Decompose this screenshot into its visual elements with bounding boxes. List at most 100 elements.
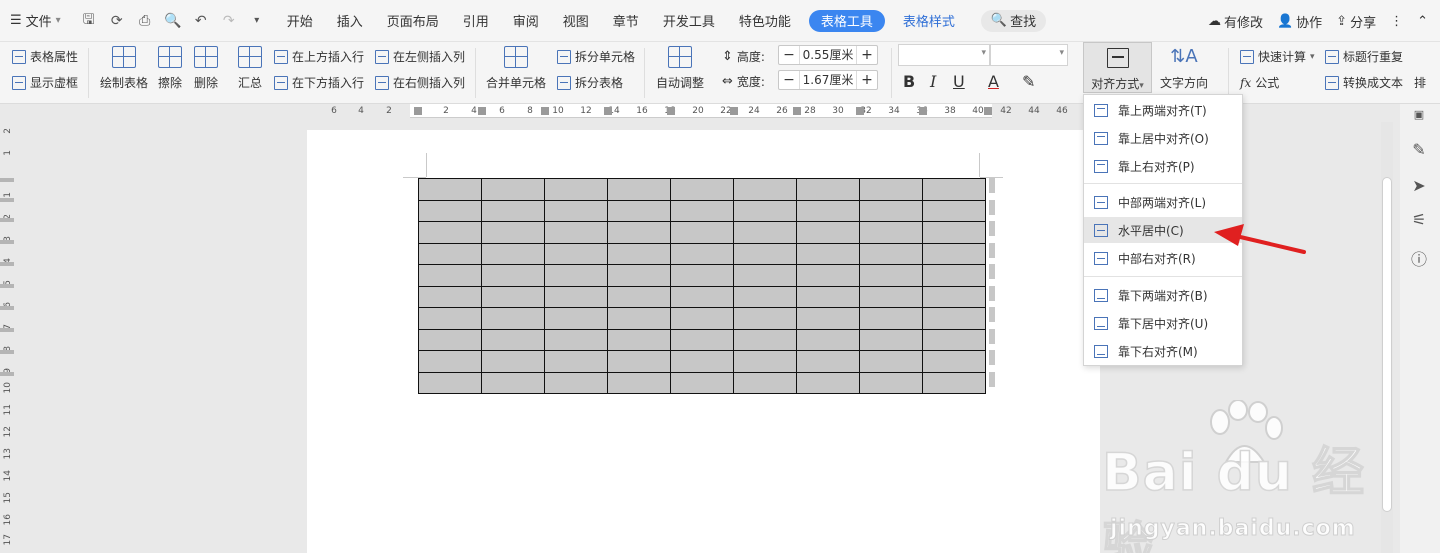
- delete-button[interactable]: 删除: [194, 46, 218, 91]
- table-cell[interactable]: [796, 199, 860, 222]
- help-icon[interactable]: ⓘ: [1409, 246, 1429, 270]
- bold-icon[interactable]: B: [903, 72, 915, 91]
- column-marker[interactable]: [730, 107, 738, 115]
- tab-table-tools[interactable]: 表格工具: [808, 9, 885, 32]
- table-cell[interactable]: [481, 285, 545, 308]
- changes-button[interactable]: ☁ 有修改: [1208, 12, 1263, 31]
- table-row[interactable]: [418, 221, 986, 244]
- row-marker[interactable]: [0, 262, 14, 266]
- table-cell[interactable]: [733, 221, 797, 244]
- table-cell[interactable]: [922, 328, 986, 351]
- menu-item-bottom-right[interactable]: 靠下右对齐(M): [1084, 338, 1242, 364]
- column-marker[interactable]: [856, 107, 864, 115]
- table-cell[interactable]: [859, 307, 923, 330]
- column-marker[interactable]: [984, 107, 992, 115]
- table-row[interactable]: [418, 350, 986, 373]
- quick-calc-button[interactable]: 快速计算 ▾: [1240, 48, 1315, 65]
- text-direction-button[interactable]: ⇅A 文字方向: [1160, 46, 1208, 91]
- table-cell[interactable]: [859, 199, 923, 222]
- table-cell[interactable]: [859, 371, 923, 394]
- search-button[interactable]: 🔍 查找: [980, 9, 1047, 32]
- row-marker[interactable]: [0, 218, 14, 222]
- height-stepper[interactable]: − 0.55厘米 +: [778, 45, 878, 65]
- underline-icon[interactable]: U: [953, 72, 965, 91]
- table-cell[interactable]: [544, 285, 608, 308]
- tab-view[interactable]: 视图: [551, 0, 601, 42]
- table-cell[interactable]: [418, 242, 482, 265]
- table-row[interactable]: [418, 328, 986, 351]
- table-cell[interactable]: [670, 350, 734, 373]
- width-value[interactable]: 1.67厘米: [799, 71, 857, 89]
- table-cell[interactable]: [922, 199, 986, 222]
- column-marker[interactable]: [478, 107, 486, 115]
- tab-home[interactable]: 开始: [275, 0, 325, 42]
- table-cell[interactable]: [796, 242, 860, 265]
- width-decrement-button[interactable]: −: [779, 72, 799, 88]
- font-color-icon[interactable]: A: [988, 72, 999, 91]
- font-size-select[interactable]: [990, 44, 1068, 66]
- formula-button[interactable]: fx 公式: [1240, 74, 1279, 91]
- table-row[interactable]: [418, 264, 986, 287]
- share-button[interactable]: ⇪ 分享: [1336, 12, 1376, 31]
- file-menu[interactable]: ☰ 文件 ▾: [0, 0, 71, 42]
- menu-item-top-center[interactable]: 靠上居中对齐(O): [1084, 125, 1242, 151]
- table-cell[interactable]: [544, 221, 608, 244]
- table-cell[interactable]: [859, 264, 923, 287]
- table-cell[interactable]: [544, 350, 608, 373]
- print-preview-icon[interactable]: 🔍: [163, 13, 183, 29]
- menu-item-top-right[interactable]: 靠上右对齐(P): [1084, 153, 1242, 179]
- table-cell[interactable]: [922, 350, 986, 373]
- selected-table[interactable]: [418, 178, 986, 394]
- insert-col-right-button[interactable]: 在右侧插入列: [375, 74, 465, 91]
- table-cell[interactable]: [418, 307, 482, 330]
- table-cell[interactable]: [418, 350, 482, 373]
- tab-table-style[interactable]: 表格样式: [891, 0, 967, 42]
- table-cell[interactable]: [607, 285, 671, 308]
- table-cell[interactable]: [481, 264, 545, 287]
- column-marker[interactable]: [667, 107, 675, 115]
- table-cell[interactable]: [796, 328, 860, 351]
- table-cell[interactable]: [607, 350, 671, 373]
- table-cell[interactable]: [670, 199, 734, 222]
- row-marker[interactable]: [0, 284, 14, 288]
- width-increment-button[interactable]: +: [857, 72, 877, 88]
- table-cell[interactable]: [796, 221, 860, 244]
- table-cell[interactable]: [418, 199, 482, 222]
- column-marker[interactable]: [414, 107, 422, 115]
- align-button[interactable]: 对齐方式▾: [1083, 42, 1152, 93]
- table-cell[interactable]: [481, 328, 545, 351]
- tab-developer[interactable]: 开发工具: [651, 0, 727, 42]
- insert-row-below-button[interactable]: 在下方插入行: [274, 74, 364, 91]
- table-cell[interactable]: [796, 264, 860, 287]
- table-cell[interactable]: [544, 242, 608, 265]
- insert-row-above-button[interactable]: 在上方插入行: [274, 48, 364, 65]
- table-cell[interactable]: [418, 328, 482, 351]
- table-cell[interactable]: [607, 264, 671, 287]
- tab-insert[interactable]: 插入: [325, 0, 375, 42]
- table-cell[interactable]: [607, 307, 671, 330]
- table-cell[interactable]: [544, 199, 608, 222]
- sliders-icon[interactable]: ⚟: [1409, 210, 1429, 229]
- table-cell[interactable]: [544, 307, 608, 330]
- table-cell[interactable]: [796, 350, 860, 373]
- table-cell[interactable]: [418, 285, 482, 308]
- table-cell[interactable]: [922, 178, 986, 201]
- scrollbar-thumb[interactable]: [1382, 177, 1392, 512]
- table-cell[interactable]: [859, 285, 923, 308]
- draw-table-button[interactable]: 绘制表格: [100, 46, 148, 91]
- row-marker[interactable]: [0, 240, 14, 244]
- cursor-icon[interactable]: ➤: [1409, 176, 1429, 195]
- more-icon[interactable]: ▾: [247, 15, 267, 26]
- table-cell[interactable]: [859, 178, 923, 201]
- table-cell[interactable]: [607, 221, 671, 244]
- collab-button[interactable]: 👤 协作: [1277, 12, 1322, 31]
- format-painter-icon[interactable]: ⟳: [107, 13, 127, 29]
- table-cell[interactable]: [481, 199, 545, 222]
- collapse-icon[interactable]: ⌃: [1417, 14, 1428, 29]
- tab-features[interactable]: 特色功能: [727, 0, 803, 42]
- row-marker[interactable]: [0, 350, 14, 354]
- auto-fit-button[interactable]: 自动调整: [656, 46, 704, 91]
- table-cell[interactable]: [418, 178, 482, 201]
- table-row[interactable]: [418, 285, 986, 308]
- table-row[interactable]: [418, 199, 986, 222]
